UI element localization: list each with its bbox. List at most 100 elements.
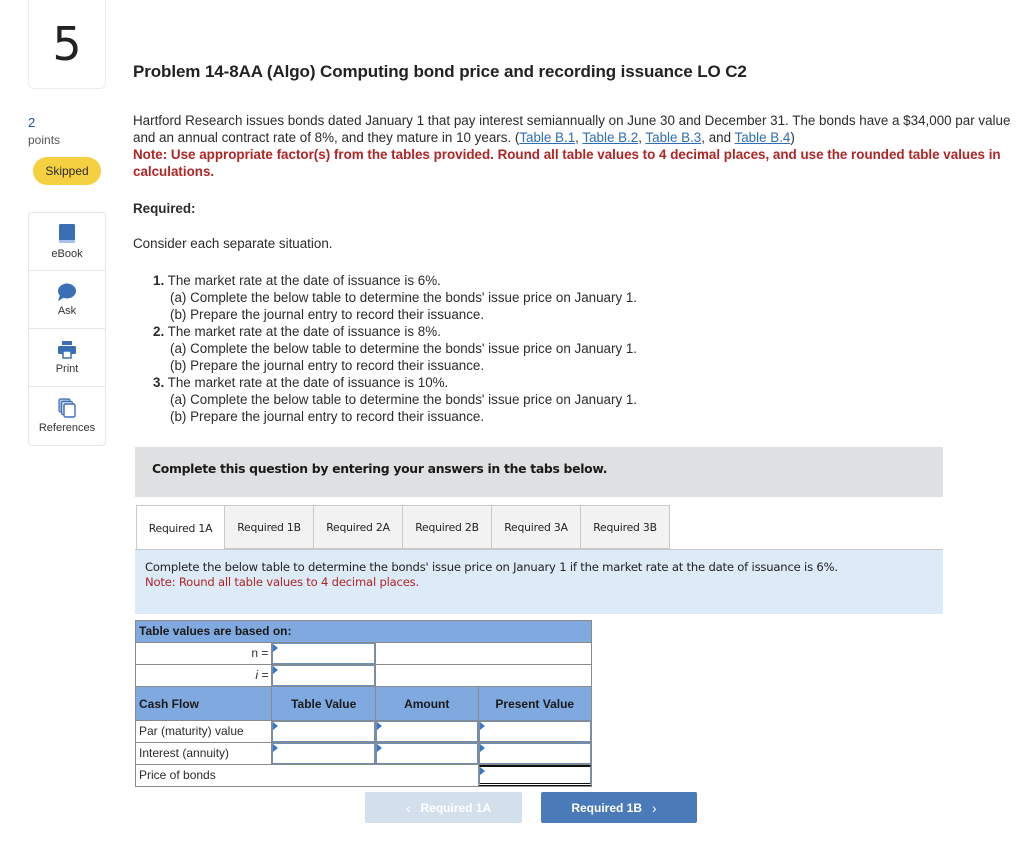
interest-amount-cell bbox=[375, 743, 479, 764]
question-number-text: 5 bbox=[52, 17, 82, 71]
input-wrap bbox=[478, 765, 591, 786]
input-wrap bbox=[375, 743, 478, 764]
separator: ) bbox=[790, 130, 795, 145]
row-label-price: Price of bonds bbox=[136, 765, 479, 786]
consider-text: Consider each separate situation. bbox=[133, 236, 333, 251]
requirement-part-b: (b) Prepare the journal entry to record … bbox=[170, 358, 485, 373]
table-b1-link[interactable]: Table B.1 bbox=[519, 130, 575, 145]
points-value: 2 bbox=[28, 115, 36, 130]
required-heading: Required: bbox=[133, 201, 196, 216]
requirement-text: The market rate at the date of issuance … bbox=[167, 324, 441, 339]
question-number: 5 bbox=[28, 0, 106, 89]
tab-required-3a[interactable]: Required 3A bbox=[492, 505, 581, 549]
instruction-text: Complete this question by entering your … bbox=[152, 461, 608, 476]
tools-panel: eBook Ask Print References bbox=[28, 212, 106, 446]
table-b2-link[interactable]: Table B.2 bbox=[582, 130, 638, 145]
table-row: Interest (annuity) bbox=[136, 743, 591, 765]
requirement-item: 1. The market rate at the date of issuan… bbox=[153, 272, 637, 323]
n-row: n = bbox=[136, 643, 591, 665]
tab-required-3b[interactable]: Required 3B bbox=[581, 505, 670, 549]
prev-tab-label: Required 1A bbox=[420, 800, 492, 815]
par-present-value-cell bbox=[478, 721, 591, 742]
i-label: i = bbox=[136, 665, 273, 686]
next-tab-label: Required 1B bbox=[571, 800, 642, 815]
i-row: i = bbox=[136, 665, 591, 687]
header-cash-flow: Cash Flow bbox=[136, 687, 273, 720]
total-row: Price of bonds bbox=[136, 765, 591, 786]
par-amount-input[interactable] bbox=[376, 722, 477, 741]
blank-cell bbox=[375, 665, 591, 686]
tab-required-1b[interactable]: Required 1B bbox=[225, 505, 314, 549]
documents-icon bbox=[58, 398, 76, 418]
par-table-value-input[interactable] bbox=[273, 722, 374, 741]
requirement-item: 3. The market rate at the date of issuan… bbox=[153, 374, 637, 425]
n-input-wrap bbox=[272, 643, 375, 664]
tab-panel-instructions: Complete the below table to determine th… bbox=[135, 549, 943, 614]
input-wrap bbox=[272, 721, 375, 742]
book-icon bbox=[59, 223, 75, 243]
price-cell bbox=[478, 765, 591, 786]
header-present-value: Present Value bbox=[495, 696, 575, 711]
ask-button[interactable]: Ask bbox=[29, 271, 105, 329]
prev-tab-button[interactable]: ‹ Required 1A bbox=[365, 792, 522, 823]
chat-bubble-icon bbox=[58, 283, 76, 301]
i-cell bbox=[272, 665, 376, 686]
requirement-tabs: Required 1A Required 1B Required 2A Requ… bbox=[136, 505, 670, 550]
tab-required-1a[interactable]: Required 1A bbox=[136, 505, 225, 550]
interest-table-value-cell bbox=[272, 743, 376, 764]
requirement-number: 1. bbox=[153, 273, 165, 288]
requirement-part-a: (a) Complete the below table to determin… bbox=[170, 341, 638, 356]
requirement-text: The market rate at the date of issuance … bbox=[167, 375, 449, 390]
table-b3-link[interactable]: Table B.3 bbox=[645, 130, 701, 145]
column-header-row: Cash Flow Table Value Amount Present Val… bbox=[136, 687, 591, 721]
input-wrap bbox=[272, 743, 375, 764]
requirement-item: 2. The market rate at the date of issuan… bbox=[153, 323, 637, 374]
par-present-value-input[interactable] bbox=[479, 722, 590, 741]
requirement-part-b: (b) Prepare the journal entry to record … bbox=[170, 307, 485, 322]
tab-note: Note: Round all table values to 4 decima… bbox=[145, 575, 419, 589]
problem-title: Problem 14-8AA (Algo) Computing bond pri… bbox=[133, 62, 747, 81]
par-table-value-cell bbox=[272, 721, 376, 742]
chevron-left-icon: ‹ bbox=[405, 799, 411, 816]
table-row: Par (maturity) value bbox=[136, 721, 591, 743]
requirement-number: 2. bbox=[153, 324, 165, 339]
problem-note: Note: Use appropriate factor(s) from the… bbox=[133, 147, 1001, 179]
input-wrap bbox=[478, 743, 591, 764]
problem-intro: Hartford Research issues bonds dated Jan… bbox=[133, 112, 1013, 180]
status-badge-text: Skipped bbox=[45, 164, 89, 178]
table-b4-link[interactable]: Table B.4 bbox=[735, 130, 791, 145]
references-button[interactable]: References bbox=[29, 387, 105, 445]
present-value-table: Table values are based on: n = i = Cash … bbox=[135, 620, 592, 787]
requirement-part-a: (a) Complete the below table to determin… bbox=[170, 392, 638, 407]
interest-amount-input[interactable] bbox=[376, 744, 477, 763]
print-button[interactable]: Print bbox=[29, 329, 105, 387]
chevron-right-icon: › bbox=[652, 799, 657, 816]
tab-required-2b[interactable]: Required 2B bbox=[403, 505, 492, 549]
header-table-value: Table Value bbox=[272, 687, 376, 720]
input-wrap bbox=[375, 721, 478, 742]
price-of-bonds-input[interactable] bbox=[479, 767, 590, 783]
requirement-part-b: (b) Prepare the journal entry to record … bbox=[170, 409, 485, 424]
requirement-part-a: (a) Complete the below table to determin… bbox=[170, 290, 638, 305]
tab-instruction: Complete the below table to determine th… bbox=[145, 560, 838, 574]
references-label: References bbox=[38, 422, 96, 434]
table-title: Table values are based on: bbox=[139, 624, 292, 638]
instruction-bar: Complete this question by entering your … bbox=[135, 447, 943, 497]
i-input[interactable] bbox=[273, 666, 374, 685]
requirement-number: 3. bbox=[153, 375, 165, 390]
next-tab-button[interactable]: Required 1B › bbox=[541, 792, 697, 823]
status-badge[interactable]: Skipped bbox=[33, 157, 101, 185]
interest-present-value-cell bbox=[478, 743, 591, 764]
interest-present-value-input[interactable] bbox=[479, 744, 590, 763]
tab-required-2a[interactable]: Required 2A bbox=[314, 505, 403, 549]
interest-table-value-input[interactable] bbox=[273, 744, 374, 763]
printer-icon bbox=[58, 340, 76, 359]
n-cell bbox=[272, 643, 376, 664]
blank-cell bbox=[375, 643, 591, 664]
n-label: n = bbox=[136, 643, 273, 664]
n-input[interactable] bbox=[273, 644, 374, 663]
separator: , and bbox=[701, 130, 735, 145]
ebook-button[interactable]: eBook bbox=[29, 213, 105, 271]
row-label-interest: Interest (annuity) bbox=[136, 743, 273, 764]
header-amount: Amount bbox=[376, 687, 479, 720]
